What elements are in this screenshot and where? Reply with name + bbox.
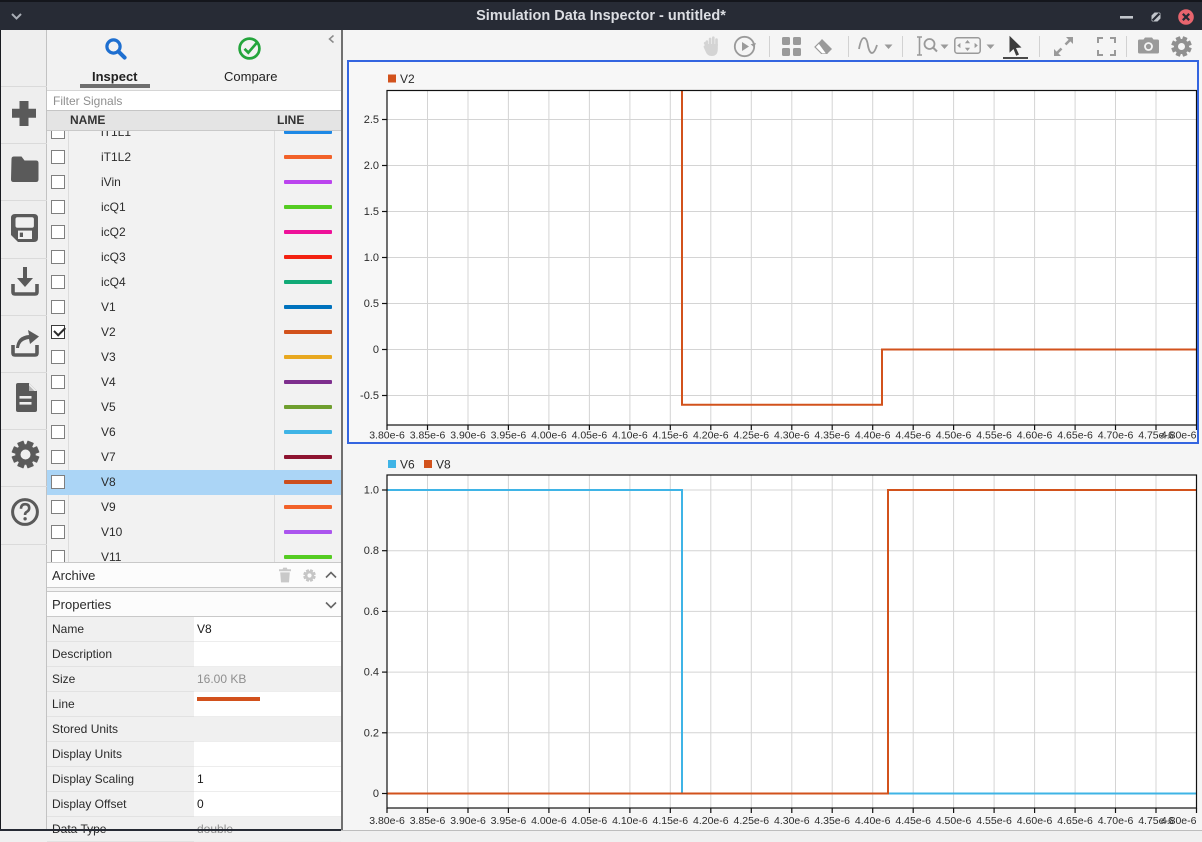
svg-text:0: 0 [373, 344, 379, 356]
svg-text:1.0: 1.0 [364, 485, 379, 497]
svg-text:4.10e-6: 4.10e-6 [612, 430, 648, 442]
svg-text:V6: V6 [400, 458, 415, 472]
svg-text:4.00e-6: 4.00e-6 [531, 815, 567, 827]
svg-text:4.30e-6: 4.30e-6 [774, 815, 810, 827]
svg-text:4.05e-6: 4.05e-6 [572, 430, 608, 442]
svg-text:4.50e-6: 4.50e-6 [936, 815, 972, 827]
svg-text:3.95e-6: 3.95e-6 [491, 430, 527, 442]
svg-text:1.0: 1.0 [364, 252, 379, 264]
svg-text:4.05e-6: 4.05e-6 [572, 815, 608, 827]
svg-text:4.25e-6: 4.25e-6 [733, 815, 769, 827]
svg-text:4.70e-6: 4.70e-6 [1098, 815, 1134, 827]
svg-text:2.5: 2.5 [364, 114, 379, 126]
svg-text:V2: V2 [400, 72, 415, 86]
svg-text:3.85e-6: 3.85e-6 [410, 815, 446, 827]
svg-text:4.60e-6: 4.60e-6 [1017, 430, 1053, 442]
svg-text:V8: V8 [436, 458, 451, 472]
svg-text:4.25e-6: 4.25e-6 [733, 430, 769, 442]
svg-text:0.6: 0.6 [364, 606, 379, 618]
svg-text:4.20e-6: 4.20e-6 [693, 430, 729, 442]
svg-text:4.40e-6: 4.40e-6 [855, 815, 891, 827]
svg-text:4.65e-6: 4.65e-6 [1057, 430, 1093, 442]
svg-text:4.55e-6: 4.55e-6 [976, 815, 1012, 827]
svg-text:2.0: 2.0 [364, 160, 379, 172]
svg-text:3.80e-6: 3.80e-6 [369, 815, 405, 827]
svg-text:-0.5: -0.5 [360, 390, 379, 402]
svg-text:0.5: 0.5 [364, 298, 379, 310]
svg-text:4.80e-6: 4.80e-6 [1161, 815, 1197, 827]
svg-text:4.45e-6: 4.45e-6 [895, 430, 931, 442]
svg-text:4.20e-6: 4.20e-6 [693, 815, 729, 827]
svg-text:4.35e-6: 4.35e-6 [814, 430, 850, 442]
svg-text:3.95e-6: 3.95e-6 [491, 815, 527, 827]
svg-text:4.55e-6: 4.55e-6 [976, 430, 1012, 442]
svg-text:0.2: 0.2 [364, 727, 379, 739]
svg-text:4.15e-6: 4.15e-6 [652, 430, 688, 442]
svg-text:4.60e-6: 4.60e-6 [1017, 815, 1053, 827]
svg-text:4.10e-6: 4.10e-6 [612, 815, 648, 827]
svg-text:4.50e-6: 4.50e-6 [936, 430, 972, 442]
svg-text:3.85e-6: 3.85e-6 [410, 430, 446, 442]
svg-text:4.65e-6: 4.65e-6 [1057, 815, 1093, 827]
svg-text:4.15e-6: 4.15e-6 [652, 815, 688, 827]
svg-text:0.4: 0.4 [364, 667, 379, 679]
svg-text:4.70e-6: 4.70e-6 [1098, 430, 1134, 442]
svg-text:3.90e-6: 3.90e-6 [450, 815, 486, 827]
svg-text:4.00e-6: 4.00e-6 [531, 430, 567, 442]
svg-text:4.35e-6: 4.35e-6 [814, 815, 850, 827]
svg-text:4.45e-6: 4.45e-6 [895, 815, 931, 827]
svg-text:4.30e-6: 4.30e-6 [774, 430, 810, 442]
svg-text:4.40e-6: 4.40e-6 [855, 430, 891, 442]
svg-text:3.90e-6: 3.90e-6 [450, 430, 486, 442]
svg-text:0: 0 [373, 788, 379, 800]
svg-text:4.80e-6: 4.80e-6 [1161, 430, 1197, 442]
svg-text:0.8: 0.8 [364, 545, 379, 557]
svg-text:1.5: 1.5 [364, 206, 379, 218]
svg-text:3.80e-6: 3.80e-6 [369, 430, 405, 442]
